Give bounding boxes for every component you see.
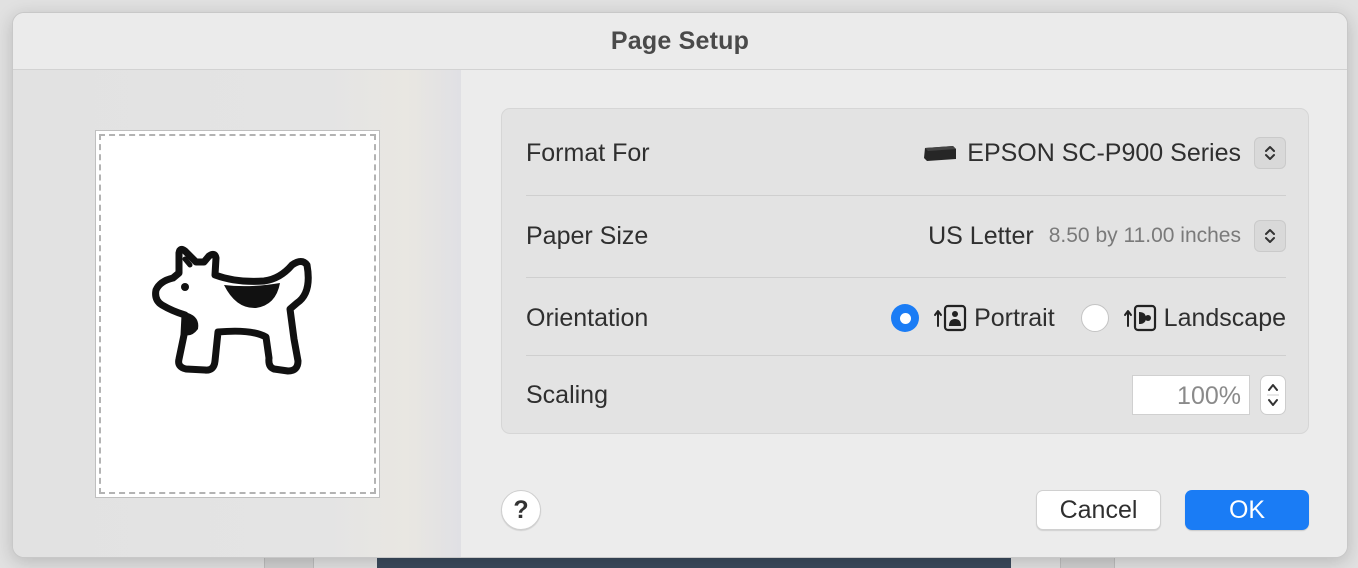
scaling-label: Scaling: [526, 380, 608, 409]
cancel-button[interactable]: Cancel: [1036, 490, 1161, 530]
orientation-label: Orientation: [526, 303, 649, 332]
settings-pane: Format For EPSON SC-P900 Series Paper Si…: [461, 70, 1347, 557]
landscape-radio[interactable]: [1080, 304, 1109, 332]
stepper-arrows-icon: [1267, 384, 1279, 406]
scaling-input[interactable]: 100%: [1132, 375, 1250, 415]
paper-size-label: Paper Size: [526, 221, 649, 250]
help-button[interactable]: ?: [501, 490, 541, 530]
orientation-row: Orientation Portrait Landscape: [526, 296, 1286, 340]
paper-size-dimensions: 8.50 by 11.00 inches: [1048, 224, 1241, 247]
scaling-control: 100%: [1132, 375, 1286, 415]
divider: [526, 277, 1286, 278]
orientation-option-portrait[interactable]: Portrait: [891, 304, 1055, 333]
title-bar: Page Setup: [13, 13, 1347, 70]
popup-chevron-icon[interactable]: [1254, 220, 1286, 252]
popup-chevron-icon[interactable]: [1254, 137, 1286, 169]
preview-pane: [13, 70, 461, 557]
paper-size-row: Paper Size US Letter 8.50 by 11.00 inche…: [526, 214, 1286, 258]
format-for-label: Format For: [526, 138, 650, 167]
printer-icon: [924, 146, 957, 161]
format-for-value: EPSON SC-P900 Series: [967, 138, 1241, 167]
orientation-option-landscape[interactable]: Landscape: [1080, 303, 1286, 333]
settings-group: Format For EPSON SC-P900 Series Paper Si…: [501, 108, 1309, 434]
portrait-radio[interactable]: [891, 304, 920, 332]
landscape-label: Landscape: [1163, 303, 1286, 332]
portrait-orientation-icon: [934, 304, 967, 332]
divider: [526, 355, 1286, 356]
page-setup-dialog: Page Setup Format For EPSON SC-P900 Seri…: [12, 12, 1348, 558]
divider: [526, 195, 1286, 196]
dialog-title: Page Setup: [610, 26, 750, 55]
format-for-row: Format For EPSON SC-P900 Series: [526, 131, 1286, 175]
scaling-stepper[interactable]: [1260, 375, 1286, 415]
paper-preview: [95, 130, 380, 498]
landscape-orientation-icon: [1123, 304, 1156, 332]
format-for-popup[interactable]: EPSON SC-P900 Series: [923, 137, 1286, 169]
portrait-label: Portrait: [974, 303, 1055, 332]
scaling-row: Scaling 100%: [526, 373, 1286, 417]
orientation-options: Portrait Landscape: [891, 304, 1286, 333]
paper-size-value: US Letter: [928, 221, 1034, 250]
ok-button[interactable]: OK: [1185, 490, 1309, 530]
paper-size-popup[interactable]: US Letter 8.50 by 11.00 inches: [928, 220, 1286, 252]
dogcow-icon: [152, 245, 312, 375]
